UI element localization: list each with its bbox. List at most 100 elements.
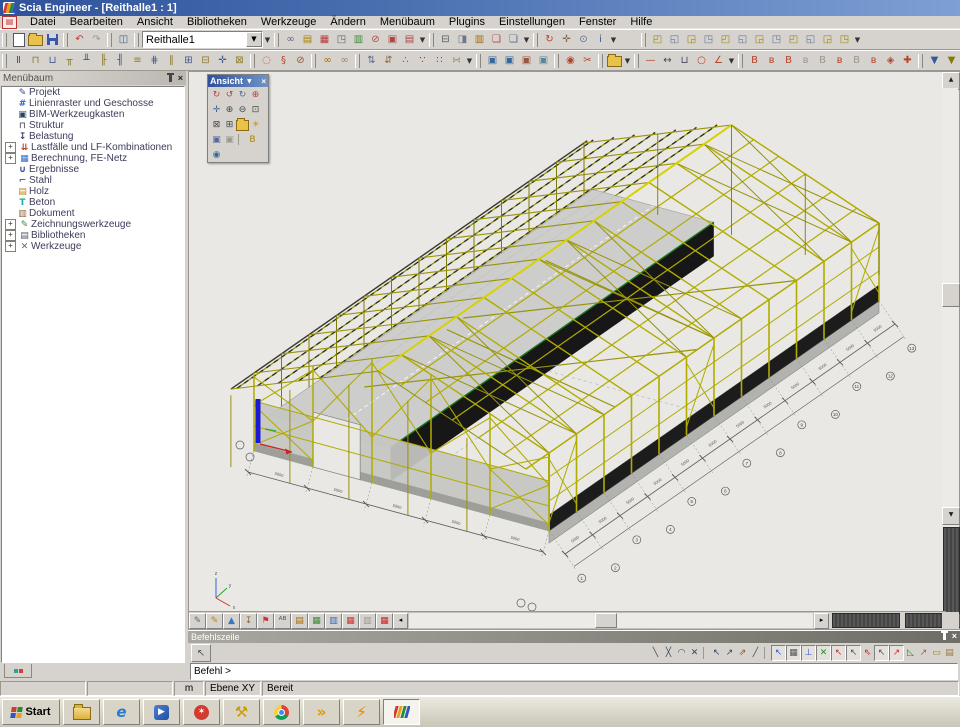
menu-werkzeuge[interactable]: Werkzeuge xyxy=(254,16,323,28)
cursor-mode-icon[interactable]: ↖ xyxy=(191,644,211,662)
undo-icon[interactable]: ↶ xyxy=(71,32,88,48)
menu-hilfe[interactable]: Hilfe xyxy=(623,16,659,28)
cut-icon[interactable]: ✂ xyxy=(579,53,596,69)
toolbar-grip[interactable] xyxy=(533,33,538,47)
light-icon[interactable]: ☀ xyxy=(249,118,262,131)
disable-icon[interactable]: ⊘ xyxy=(367,32,384,48)
open-project-icon[interactable] xyxy=(27,32,44,48)
toolbar-grip[interactable] xyxy=(429,33,434,47)
dimension-tools-dropdown-icon[interactable]: ▼ xyxy=(727,53,736,69)
redo-icon[interactable]: ↷ xyxy=(88,32,105,48)
chevron-down-icon[interactable]: ▼ xyxy=(247,78,252,85)
toolbar-grip[interactable] xyxy=(274,33,279,47)
taskbar-chrome[interactable] xyxy=(263,699,300,725)
snap-end-icon[interactable]: ╲ xyxy=(649,646,662,660)
beam-5-icon[interactable]: ╨ xyxy=(78,53,95,69)
nodes-up-icon[interactable]: ⇅ xyxy=(363,53,380,69)
clip-folder-icon[interactable] xyxy=(236,118,249,131)
frame-icon[interactable]: ▣ xyxy=(384,32,401,48)
toolbar-grip[interactable] xyxy=(554,54,559,68)
combo-dropdown-icon[interactable]: ▼ xyxy=(246,32,262,47)
menu-fenster[interactable]: Fenster xyxy=(572,16,623,28)
view-6-icon[interactable]: ◱ xyxy=(734,32,751,48)
project-manager-icon[interactable]: ◫ xyxy=(115,32,132,48)
beam-4-icon[interactable]: ╥ xyxy=(61,53,78,69)
toolbar-grip[interactable] xyxy=(63,33,68,47)
window-b-icon[interactable]: ▣ xyxy=(501,53,518,69)
points-d-icon[interactable]: ∺ xyxy=(448,53,465,69)
ansicht-titlebar[interactable]: Ansicht ▼ × xyxy=(208,75,268,87)
label-b10-icon[interactable]: ✚ xyxy=(899,53,916,69)
snap-arc-icon[interactable]: ◠ xyxy=(675,646,688,660)
render-b-icon[interactable]: B xyxy=(246,133,259,146)
tree-item-bibliotheken[interactable]: +▤Bibliotheken xyxy=(2,230,184,241)
toolbar-grip[interactable] xyxy=(918,54,923,68)
label-b1-icon[interactable]: B xyxy=(746,53,763,69)
label-b4-icon[interactable]: ʙ xyxy=(797,53,814,69)
points-a-icon[interactable]: ∴ xyxy=(397,53,414,69)
beam-1-icon[interactable]: Ⅱ xyxy=(10,53,27,69)
menu-menübaum[interactable]: Menübaum xyxy=(373,16,442,28)
label-b5-icon[interactable]: B xyxy=(814,53,831,69)
gallery-icon[interactable]: ▥ xyxy=(471,32,488,48)
project-tools-dropdown-icon[interactable]: ▼ xyxy=(418,32,427,48)
save-project-icon[interactable] xyxy=(44,32,61,48)
taskbar-hand-app[interactable]: ✶ xyxy=(183,699,220,725)
view-11-icon[interactable]: ◲ xyxy=(819,32,836,48)
toolbar-grip[interactable] xyxy=(2,33,7,47)
refresh-icon[interactable]: ↻ xyxy=(541,32,558,48)
snap-i-icon[interactable]: ↗ xyxy=(889,645,904,661)
view-10-icon[interactable]: ◱ xyxy=(802,32,819,48)
beam-12-icon[interactable]: ⊟ xyxy=(197,53,214,69)
snap-table-icon[interactable]: ▤ xyxy=(943,646,956,660)
label-b7-icon[interactable]: B xyxy=(848,53,865,69)
menu-einstellungen[interactable]: Einstellungen xyxy=(492,16,572,28)
unlink-icon[interactable]: ∞ xyxy=(336,53,353,69)
points-c-icon[interactable]: ∷ xyxy=(431,53,448,69)
link-icon[interactable]: ∞ xyxy=(319,53,336,69)
tree-item-projekt[interactable]: ✎Projekt xyxy=(2,87,184,98)
beam-8-icon[interactable]: ≡ xyxy=(129,53,146,69)
toolbar-grip[interactable] xyxy=(107,33,112,47)
snap-tri-icon[interactable]: ◺ xyxy=(904,646,917,660)
points-b-icon[interactable]: ∵ xyxy=(414,53,431,69)
document-icon[interactable]: ❏ xyxy=(505,32,522,48)
expand-icon[interactable]: + xyxy=(5,219,16,230)
ansicht-close-icon[interactable]: × xyxy=(261,77,266,86)
snap-f-icon[interactable]: ↖ xyxy=(846,645,861,661)
measure-icon[interactable]: ⊙ xyxy=(575,32,592,48)
snap-ruler-icon[interactable]: ▭ xyxy=(930,646,943,660)
toolbar-grip[interactable] xyxy=(250,54,255,68)
menu-bibliotheken[interactable]: Bibliotheken xyxy=(180,16,254,28)
nodes-down-icon[interactable]: ⇵ xyxy=(380,53,397,69)
snap-cross-icon[interactable]: ✕ xyxy=(688,646,701,660)
folder-tool-icon[interactable] xyxy=(606,53,623,69)
menu-plugins[interactable]: Plugins xyxy=(442,16,492,28)
strip-right-arrow-icon[interactable]: ▸ xyxy=(814,613,829,629)
rotate-z-icon[interactable]: ↻ xyxy=(236,88,249,101)
photo-view-icon[interactable]: ▣ xyxy=(210,133,223,146)
toolbar-grip[interactable] xyxy=(2,54,7,68)
toolbar-grip[interactable] xyxy=(476,54,481,68)
combo-extra-dropdown-icon[interactable]: ▼ xyxy=(263,32,272,48)
zoom-out-icon[interactable]: ⊖ xyxy=(236,103,249,116)
clip-tool-icon[interactable]: ✎ xyxy=(189,613,206,629)
preview-icon[interactable]: ◨ xyxy=(454,32,471,48)
deselect-icon[interactable]: ⊘ xyxy=(292,53,309,69)
tree-item-werkzeuge[interactable]: +✕Werkzeuge xyxy=(2,241,184,252)
toolbar-grip[interactable] xyxy=(641,33,646,47)
strip-left-arrow-icon[interactable]: ◂ xyxy=(393,613,408,629)
open-tool-dropdown-icon[interactable]: ▼ xyxy=(623,53,632,69)
menubaum-tab[interactable] xyxy=(4,664,32,678)
clipboard-icon[interactable]: ▥ xyxy=(350,32,367,48)
dim-align-icon[interactable]: ↔ xyxy=(659,53,676,69)
window-a-icon[interactable]: ▣ xyxy=(484,53,501,69)
tree-item-dokument[interactable]: ▥Dokument xyxy=(2,208,184,219)
snap-x-icon[interactable]: ✕ xyxy=(816,645,831,661)
flag-display-icon[interactable]: ⚑ xyxy=(257,613,274,629)
3d-viewport[interactable]: 1500025000350004500055000650007500085000… xyxy=(188,71,960,630)
check-tools-dropdown-icon[interactable]: ▼ xyxy=(609,32,618,48)
beam-3-icon[interactable]: ⊔ xyxy=(44,53,61,69)
photo-view-2-icon[interactable]: ▣ xyxy=(223,133,236,146)
menu-ändern[interactable]: Ändern xyxy=(323,16,372,28)
